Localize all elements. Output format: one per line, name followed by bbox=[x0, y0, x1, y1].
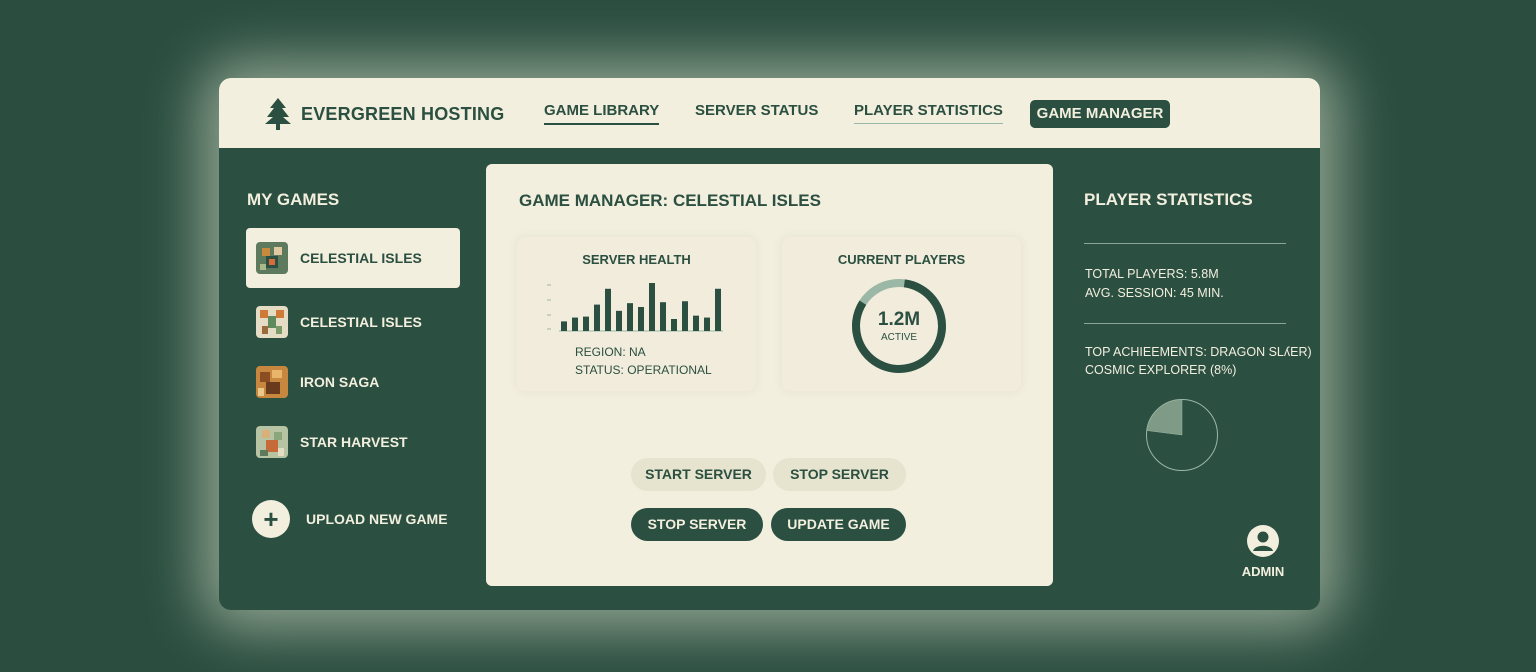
upload-label: UPLOAD NEW GAME bbox=[306, 511, 448, 527]
upload-new-game-button[interactable]: + UPLOAD NEW GAME bbox=[252, 500, 448, 538]
divider bbox=[1084, 243, 1286, 244]
stop-server-button-secondary[interactable]: STOP SERVER bbox=[773, 458, 906, 491]
health-bar bbox=[605, 288, 611, 331]
update-game-button[interactable]: UPDATE GAME bbox=[771, 508, 906, 541]
health-bar bbox=[649, 283, 655, 331]
game-thumbnail bbox=[256, 366, 288, 398]
game-thumbnail bbox=[256, 306, 288, 338]
brand[interactable]: EVERGREEN HOSTING bbox=[265, 98, 504, 130]
player-statistics-title: PLAYER STATISTICS bbox=[1084, 190, 1253, 209]
nav-game-manager-button[interactable]: GAME MANAGER bbox=[1030, 100, 1170, 128]
pie-slice bbox=[1146, 399, 1183, 436]
health-bar bbox=[616, 310, 622, 331]
game-item-star-harvest[interactable]: STAR HARVEST bbox=[246, 412, 460, 472]
health-bar bbox=[583, 316, 589, 331]
game-label: CELESTIAL ISLES bbox=[300, 314, 422, 330]
top-navigation-bar: EVERGREEN HOSTING GAME LIBRARY SERVER ST… bbox=[219, 78, 1320, 148]
achievements-text-line1: TOP ACHIEEMENTS: DRAGON SLʎER) bbox=[1085, 345, 1312, 359]
health-bar bbox=[682, 301, 688, 331]
health-bar bbox=[704, 317, 710, 331]
game-label: IRON SAGA bbox=[300, 374, 380, 390]
game-item-celestial-isles[interactable]: CELESTIAL ISLES bbox=[246, 228, 460, 288]
players-value: 1.2M bbox=[877, 309, 921, 330]
region-text: REGION: NA bbox=[575, 345, 646, 359]
user-avatar-icon bbox=[1247, 525, 1279, 557]
nav-player-statistics[interactable]: PLAYER STATISTICS bbox=[854, 102, 1003, 124]
my-games-title: MY GAMES bbox=[247, 190, 340, 209]
health-bar bbox=[561, 321, 567, 331]
health-bar bbox=[671, 319, 677, 331]
players-sublabel: ACTIVE bbox=[880, 332, 918, 343]
start-server-button[interactable]: START SERVER bbox=[631, 458, 766, 491]
current-players-title: CURRENT PLAYERS bbox=[837, 252, 966, 267]
admin-profile[interactable]: ADMIN bbox=[1237, 524, 1289, 579]
pine-tree-icon bbox=[265, 98, 291, 130]
game-label: STAR HARVEST bbox=[300, 434, 408, 450]
admin-label: ADMIN bbox=[1241, 564, 1285, 579]
panel-title: GAME MANAGER: CELESTIAL ISLES bbox=[519, 191, 821, 210]
health-bar bbox=[572, 317, 578, 331]
server-health-card: SERVER HEALTH REGION: NA STATUS: OPERATI… bbox=[517, 237, 756, 391]
stop-server-button[interactable]: STOP SERVER bbox=[631, 508, 763, 541]
game-label: CELESTIAL ISLES bbox=[300, 250, 422, 266]
current-players-card: CURRENT PLAYERS 1.2M ACTIVE bbox=[782, 237, 1021, 391]
status-text: STATUS: OPERATIONAL bbox=[575, 363, 712, 377]
app-window: EVERGREEN HOSTING GAME LIBRARY SERVER ST… bbox=[219, 78, 1320, 610]
achievements-pie-chart bbox=[1146, 399, 1218, 471]
game-manager-panel: GAME MANAGER: CELESTIAL ISLES SERVER HEA… bbox=[486, 164, 1053, 586]
avg-session-text: AVG. SESSION: 45 MIN. bbox=[1085, 286, 1224, 300]
health-bar bbox=[693, 315, 699, 331]
plus-icon: + bbox=[252, 500, 290, 538]
nav-server-status[interactable]: SERVER STATUS bbox=[695, 102, 818, 123]
health-bar bbox=[638, 307, 644, 331]
achievements-text-line2: COSMIC EXPLORER (8%) bbox=[1085, 363, 1237, 377]
server-health-title: SERVER HEALTH bbox=[582, 252, 691, 267]
total-players-text: TOTAL PLAYERS: 5.8M bbox=[1085, 267, 1219, 281]
divider bbox=[1084, 323, 1286, 324]
nav-game-library[interactable]: GAME LIBRARY bbox=[544, 102, 660, 125]
game-thumbnail bbox=[256, 242, 288, 274]
game-thumbnail bbox=[256, 426, 288, 458]
game-item-iron-saga[interactable]: IRON SAGA bbox=[246, 352, 460, 412]
health-bar bbox=[594, 304, 600, 331]
health-bar bbox=[627, 303, 633, 331]
health-bar bbox=[715, 288, 721, 331]
game-item-celestial-isles-2[interactable]: CELESTIAL ISLES bbox=[246, 292, 460, 352]
brand-name: EVERGREEN HOSTING bbox=[301, 103, 505, 124]
server-health-chart bbox=[547, 283, 723, 332]
health-bar bbox=[660, 302, 666, 331]
